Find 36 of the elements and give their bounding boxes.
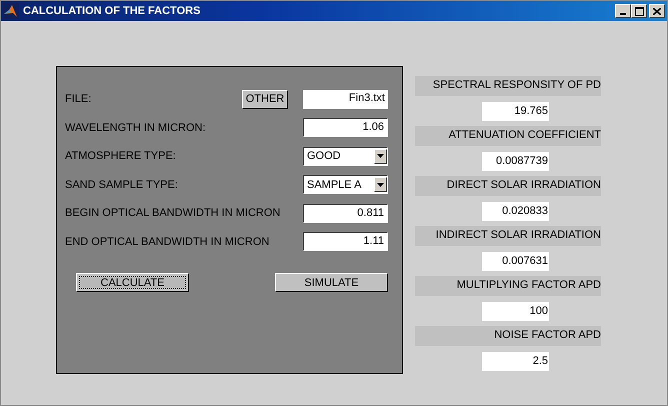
result-value: 19.765 bbox=[482, 102, 549, 121]
result-value: 0.0087739 bbox=[482, 152, 549, 171]
result-label: DIRECT SOLAR IRRADIATION bbox=[415, 176, 601, 196]
result-value: 100 bbox=[482, 302, 549, 321]
maximize-icon bbox=[634, 6, 644, 16]
result-label: INDIRECT SOLAR IRRADIATION bbox=[415, 226, 601, 246]
field-label: FILE: bbox=[65, 93, 92, 105]
result-value: 0.007631 bbox=[482, 252, 549, 271]
field-label: SAND SAMPLE TYPE: bbox=[65, 178, 179, 190]
result-value: 2.5 bbox=[482, 352, 549, 371]
input-field[interactable]: 1.06 bbox=[303, 118, 388, 137]
input-field[interactable]: 0.811 bbox=[303, 204, 388, 222]
result-label: NOISE FACTOR APD bbox=[415, 326, 601, 346]
close-button[interactable] bbox=[649, 4, 665, 18]
dropdown[interactable]: GOOD bbox=[303, 146, 388, 166]
result-label: MULTIPLYING FACTOR APD bbox=[415, 276, 601, 296]
close-icon bbox=[653, 8, 661, 14]
result-value: 0.020833 bbox=[482, 202, 549, 221]
maximize-button[interactable] bbox=[631, 4, 647, 18]
result-label: SPECTRAL RESPONSITY OF PD bbox=[415, 76, 601, 96]
window-title: CALCULATION OF THE FACTORS bbox=[23, 5, 202, 17]
minimize-button[interactable] bbox=[615, 4, 631, 18]
app-logo-icon bbox=[3, 3, 19, 19]
file-name-field: Fin3.txt bbox=[303, 90, 388, 108]
field-label: WAVELENGTH IN MICRON: bbox=[65, 122, 207, 134]
caret-icon bbox=[377, 182, 384, 186]
input-field[interactable]: 1.11 bbox=[303, 232, 388, 251]
calculate-button[interactable]: CALCULATE bbox=[76, 273, 189, 292]
field-label: BEGIN OPTICAL BANDWIDTH IN MICRON bbox=[65, 207, 282, 219]
field-label: ATMOSPHERE TYPE: bbox=[65, 150, 177, 162]
result-label: ATTENUATION COEFFICIENT bbox=[415, 126, 601, 146]
simulate-button[interactable]: SIMULATE bbox=[275, 273, 388, 292]
field-label: END OPTICAL BANDWIDTH IN MICRON bbox=[65, 236, 270, 248]
dropdown[interactable]: SAMPLE A bbox=[303, 175, 388, 194]
other-button[interactable]: OTHER bbox=[242, 90, 288, 108]
caret-icon bbox=[377, 154, 384, 158]
